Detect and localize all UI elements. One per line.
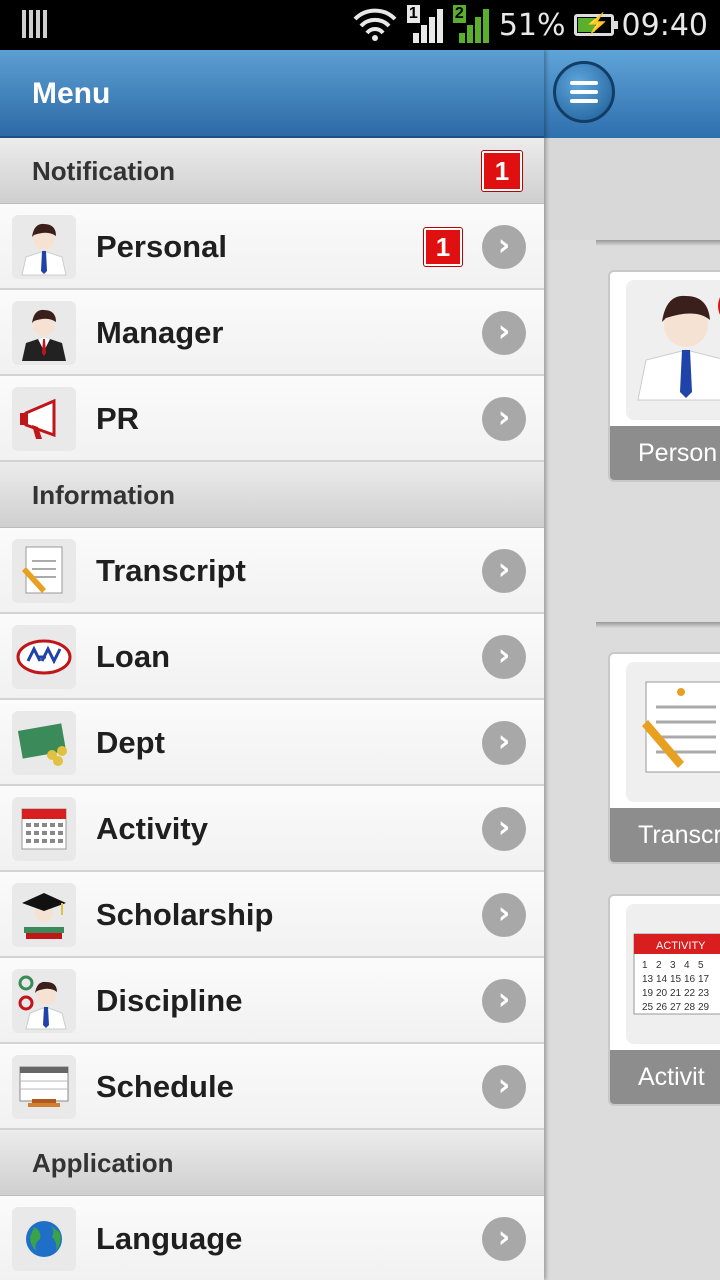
signal-sim1-icon: 1 [406,5,445,43]
svg-text:27: 27 [670,1002,682,1013]
clock: 09:40 [621,7,708,43]
battery-percent: 51% [498,7,566,43]
menu-item-personal[interactable]: Personal 1 › [0,204,544,290]
svg-text:3: 3 [670,960,676,971]
battery-icon: ⚡ [573,13,618,36]
svg-text:23: 23 [698,988,710,999]
action-bar [544,50,720,138]
section-title: Information [32,480,175,510]
calendar-icon: ACTIVITY 12345 13 14 15 16 17 19 20 21 22 23 25 2… [626,904,720,1044]
menu-item-label: PR [96,401,140,436]
chevron-right-icon: › [482,807,526,851]
chevron-right-icon: › [482,225,526,269]
globe-icon [12,1207,76,1271]
tile-label: Person [610,426,720,480]
menu-item-label: Activity [96,811,208,846]
section-title: Application [32,1148,174,1178]
transcript-icon [626,662,720,802]
chevron-right-icon: › [482,979,526,1023]
chevron-right-icon: › [482,635,526,679]
chevron-right-icon: › [482,1065,526,1109]
main-content: Person Transcr ACTIVITY 12345 13 14 15 1… [544,50,720,1280]
menu-item-label: Personal [96,229,227,264]
chevron-right-icon: › [482,549,526,593]
svg-text:16: 16 [684,974,696,985]
svg-text:5: 5 [698,960,704,971]
menu-item-label: Discipline [96,983,243,1018]
tile-label: Transcr [610,808,720,862]
svg-text:2: 2 [656,960,662,971]
wifi-icon [353,8,397,41]
chevron-right-icon: › [482,721,526,765]
chevron-right-icon: › [482,893,526,937]
hamburger-icon [570,81,598,85]
person-icon [626,280,720,420]
menu-item-scholarship[interactable]: Scholarship › [0,872,544,958]
section-information: Information [0,462,544,528]
chevron-right-icon: › [482,397,526,441]
menu-item-transcript[interactable]: Transcript › [0,528,544,614]
svg-text:15: 15 [670,974,682,985]
menu-item-manager[interactable]: Manager › [0,290,544,376]
svg-text:4: 4 [684,960,690,971]
menu-item-label: Transcript [96,553,246,588]
calendar-icon [12,797,76,861]
divider [596,622,720,628]
drawer-title: Menu [0,50,544,138]
svg-text:21: 21 [670,988,682,999]
menu-item-label: Scholarship [96,897,274,932]
section-notification: Notification 1 [0,138,544,204]
schedule-icon [12,1055,76,1119]
menu-item-language[interactable]: Language › [0,1196,544,1280]
manager-icon [12,301,76,365]
person-icon [12,215,76,279]
megaphone-icon [12,387,76,451]
chevron-right-icon: › [482,1217,526,1261]
menu-item-label: Language [96,1221,243,1256]
menu-item-dept[interactable]: Dept › [0,700,544,786]
personal-count-badge: 1 [424,228,462,266]
svg-text:26: 26 [656,1002,668,1013]
signal-sim2-icon: 2 [452,5,491,43]
chevron-right-icon: › [482,311,526,355]
tile-activity[interactable]: ACTIVITY 12345 13 14 15 16 17 19 20 21 22 23 25 2… [608,894,720,1106]
svg-text:29: 29 [698,1002,710,1013]
menu-toggle-button[interactable] [553,61,615,123]
svg-text:20: 20 [656,988,668,999]
section-title: Notification [32,156,175,186]
notification-count-badge: 1 [482,151,522,191]
svg-text:14: 14 [656,974,668,985]
dept-icon [12,711,76,775]
transcript-icon [12,539,76,603]
svg-text:25: 25 [642,1002,654,1013]
section-application: Application [0,1130,544,1196]
status-bar: 1 2 51% ⚡ 09:40 [0,0,720,50]
menu-item-label: Dept [96,725,165,760]
svg-text:22: 22 [684,988,696,999]
loan-icon [12,625,76,689]
svg-text:ACTIVITY: ACTIVITY [656,940,706,952]
sim-card-icon [22,10,48,38]
menu-item-pr[interactable]: PR › [0,376,544,462]
discipline-icon [12,969,76,1033]
content-strip [544,138,720,240]
menu-item-label: Loan [96,639,171,674]
menu-item-schedule[interactable]: Schedule › [0,1044,544,1130]
navigation-drawer: Menu Notification 1 Personal 1 › Manager… [0,50,544,1280]
svg-text:19: 19 [642,988,654,999]
menu-item-label: Schedule [96,1069,234,1104]
menu-item-discipline[interactable]: Discipline › [0,958,544,1044]
svg-text:1: 1 [642,960,648,971]
tile-label: Activit [610,1050,720,1104]
svg-text:28: 28 [684,1002,696,1013]
menu-item-loan[interactable]: Loan › [0,614,544,700]
svg-text:17: 17 [698,974,710,985]
tile-personal[interactable]: Person [608,270,720,482]
tile-transcript[interactable]: Transcr [608,652,720,864]
graduation-cap-icon [12,883,76,947]
divider [596,240,720,246]
menu-item-label: Manager [96,315,224,350]
menu-item-activity[interactable]: Activity › [0,786,544,872]
svg-text:13: 13 [642,974,654,985]
